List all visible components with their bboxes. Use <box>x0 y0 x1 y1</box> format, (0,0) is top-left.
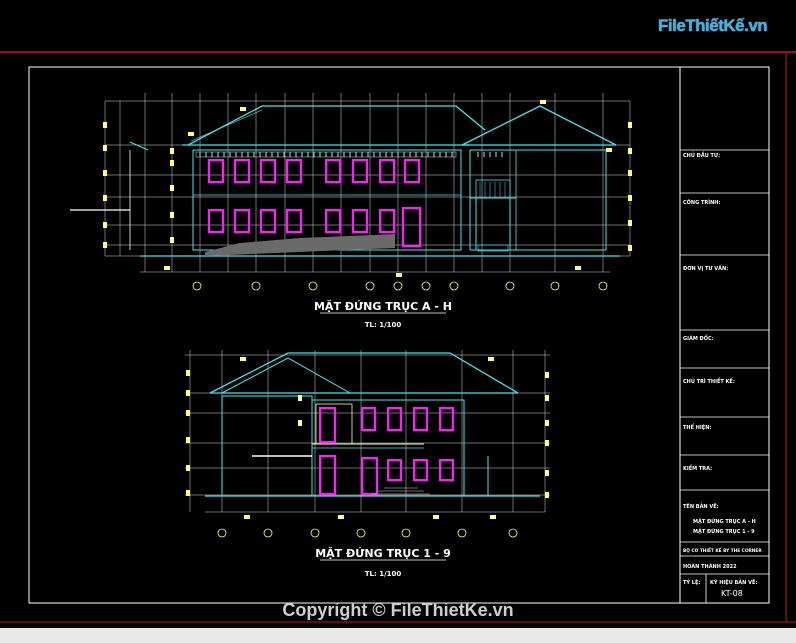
elev1-wing-body <box>469 149 607 251</box>
title-block-rows <box>680 149 769 603</box>
cad-drawing: CHỦ ĐẦU TƯ: CÔNG TRÌNH: ĐƠN VỊ TƯ VẤN: G… <box>0 51 796 623</box>
elev1-upper-windows <box>207 158 421 184</box>
elevation-1-9: MẶT ĐỨNG TRỤC 1 - 9 TL: 1/100 <box>185 350 550 578</box>
tb-completion: HOÀN THÀNH 2022 <box>683 563 737 570</box>
tb-project: CÔNG TRÌNH: <box>683 198 720 206</box>
elev2-windows <box>318 406 455 496</box>
tb-ratio-label: TỶ LỆ: <box>683 578 700 586</box>
copyright-watermark: Copyright © FileThietKe.vn <box>282 600 514 620</box>
bottom-status-bar <box>0 628 796 643</box>
elev1-roof-inner <box>190 109 263 142</box>
elev2-left-body <box>221 395 313 497</box>
tb-sheet-name-2: MẶT ĐỨNG TRỤC 1 - 9 <box>693 528 755 535</box>
elev1-balcony-rails <box>479 182 506 198</box>
elev2-steps <box>372 487 430 495</box>
elev1-left-roof <box>129 141 149 151</box>
filethietke-logo: FileThiếtKế.vn <box>656 12 768 42</box>
tb-consultant: ĐƠN VỊ TƯ VẤN: <box>683 264 728 272</box>
elevation-a-h: MẶT ĐỨNG TRỤC A - H TL: 1/100 <box>70 93 632 329</box>
elev1-wing-wall <box>515 149 607 251</box>
tb-design-note: BỘ CƠ THIẾT KẾ BY THE CORNER <box>683 546 762 554</box>
drawing-frame <box>28 66 770 604</box>
elev1-wing-roof <box>461 105 617 146</box>
elev1-main-roof <box>187 105 486 146</box>
elev2-axis-bubbles <box>217 528 518 538</box>
elev1-axis-bubbles <box>192 281 608 291</box>
cad-viewport: CHỦ ĐẦU TƯ: CÔNG TRÌNH: ĐƠN VỊ TƯ VẤN: G… <box>0 0 796 643</box>
elev1-dentil-ticks <box>199 152 503 157</box>
elev2-scale: TL: 1/100 <box>365 570 402 578</box>
tb-director: GIÁM ĐỐC: <box>683 334 714 342</box>
tb-sheet-name-1: MẶT ĐỨNG TRỤC A - H <box>693 518 756 525</box>
elev2-gable <box>221 357 351 394</box>
tb-drafter: THỂ HIỆN: <box>683 423 711 431</box>
elev2-roof <box>209 352 519 394</box>
tb-sheet-no: KT-08 <box>721 589 743 598</box>
tb-owner: CHỦ ĐẦU TƯ: <box>683 150 720 159</box>
elev1-scale: TL: 1/100 <box>365 321 402 329</box>
tb-lead-designer: CHỦ TRÌ THIẾT KẾ: <box>683 377 735 385</box>
tb-sheet-name-label: TÊN BẢN VẼ: <box>683 502 719 510</box>
elev1-ramp <box>205 234 395 256</box>
elev2-title: MẶT ĐỨNG TRỤC 1 - 9 <box>315 546 451 560</box>
elev1-title: MẶT ĐỨNG TRỤC A - H <box>314 299 452 313</box>
tb-sheet-no-label: KÝ HIỆU BẢN VẼ: <box>710 578 757 586</box>
tb-checker: KIỂM TRA: <box>683 464 712 472</box>
logo-text: FileThiếtKế.vn <box>658 16 768 35</box>
